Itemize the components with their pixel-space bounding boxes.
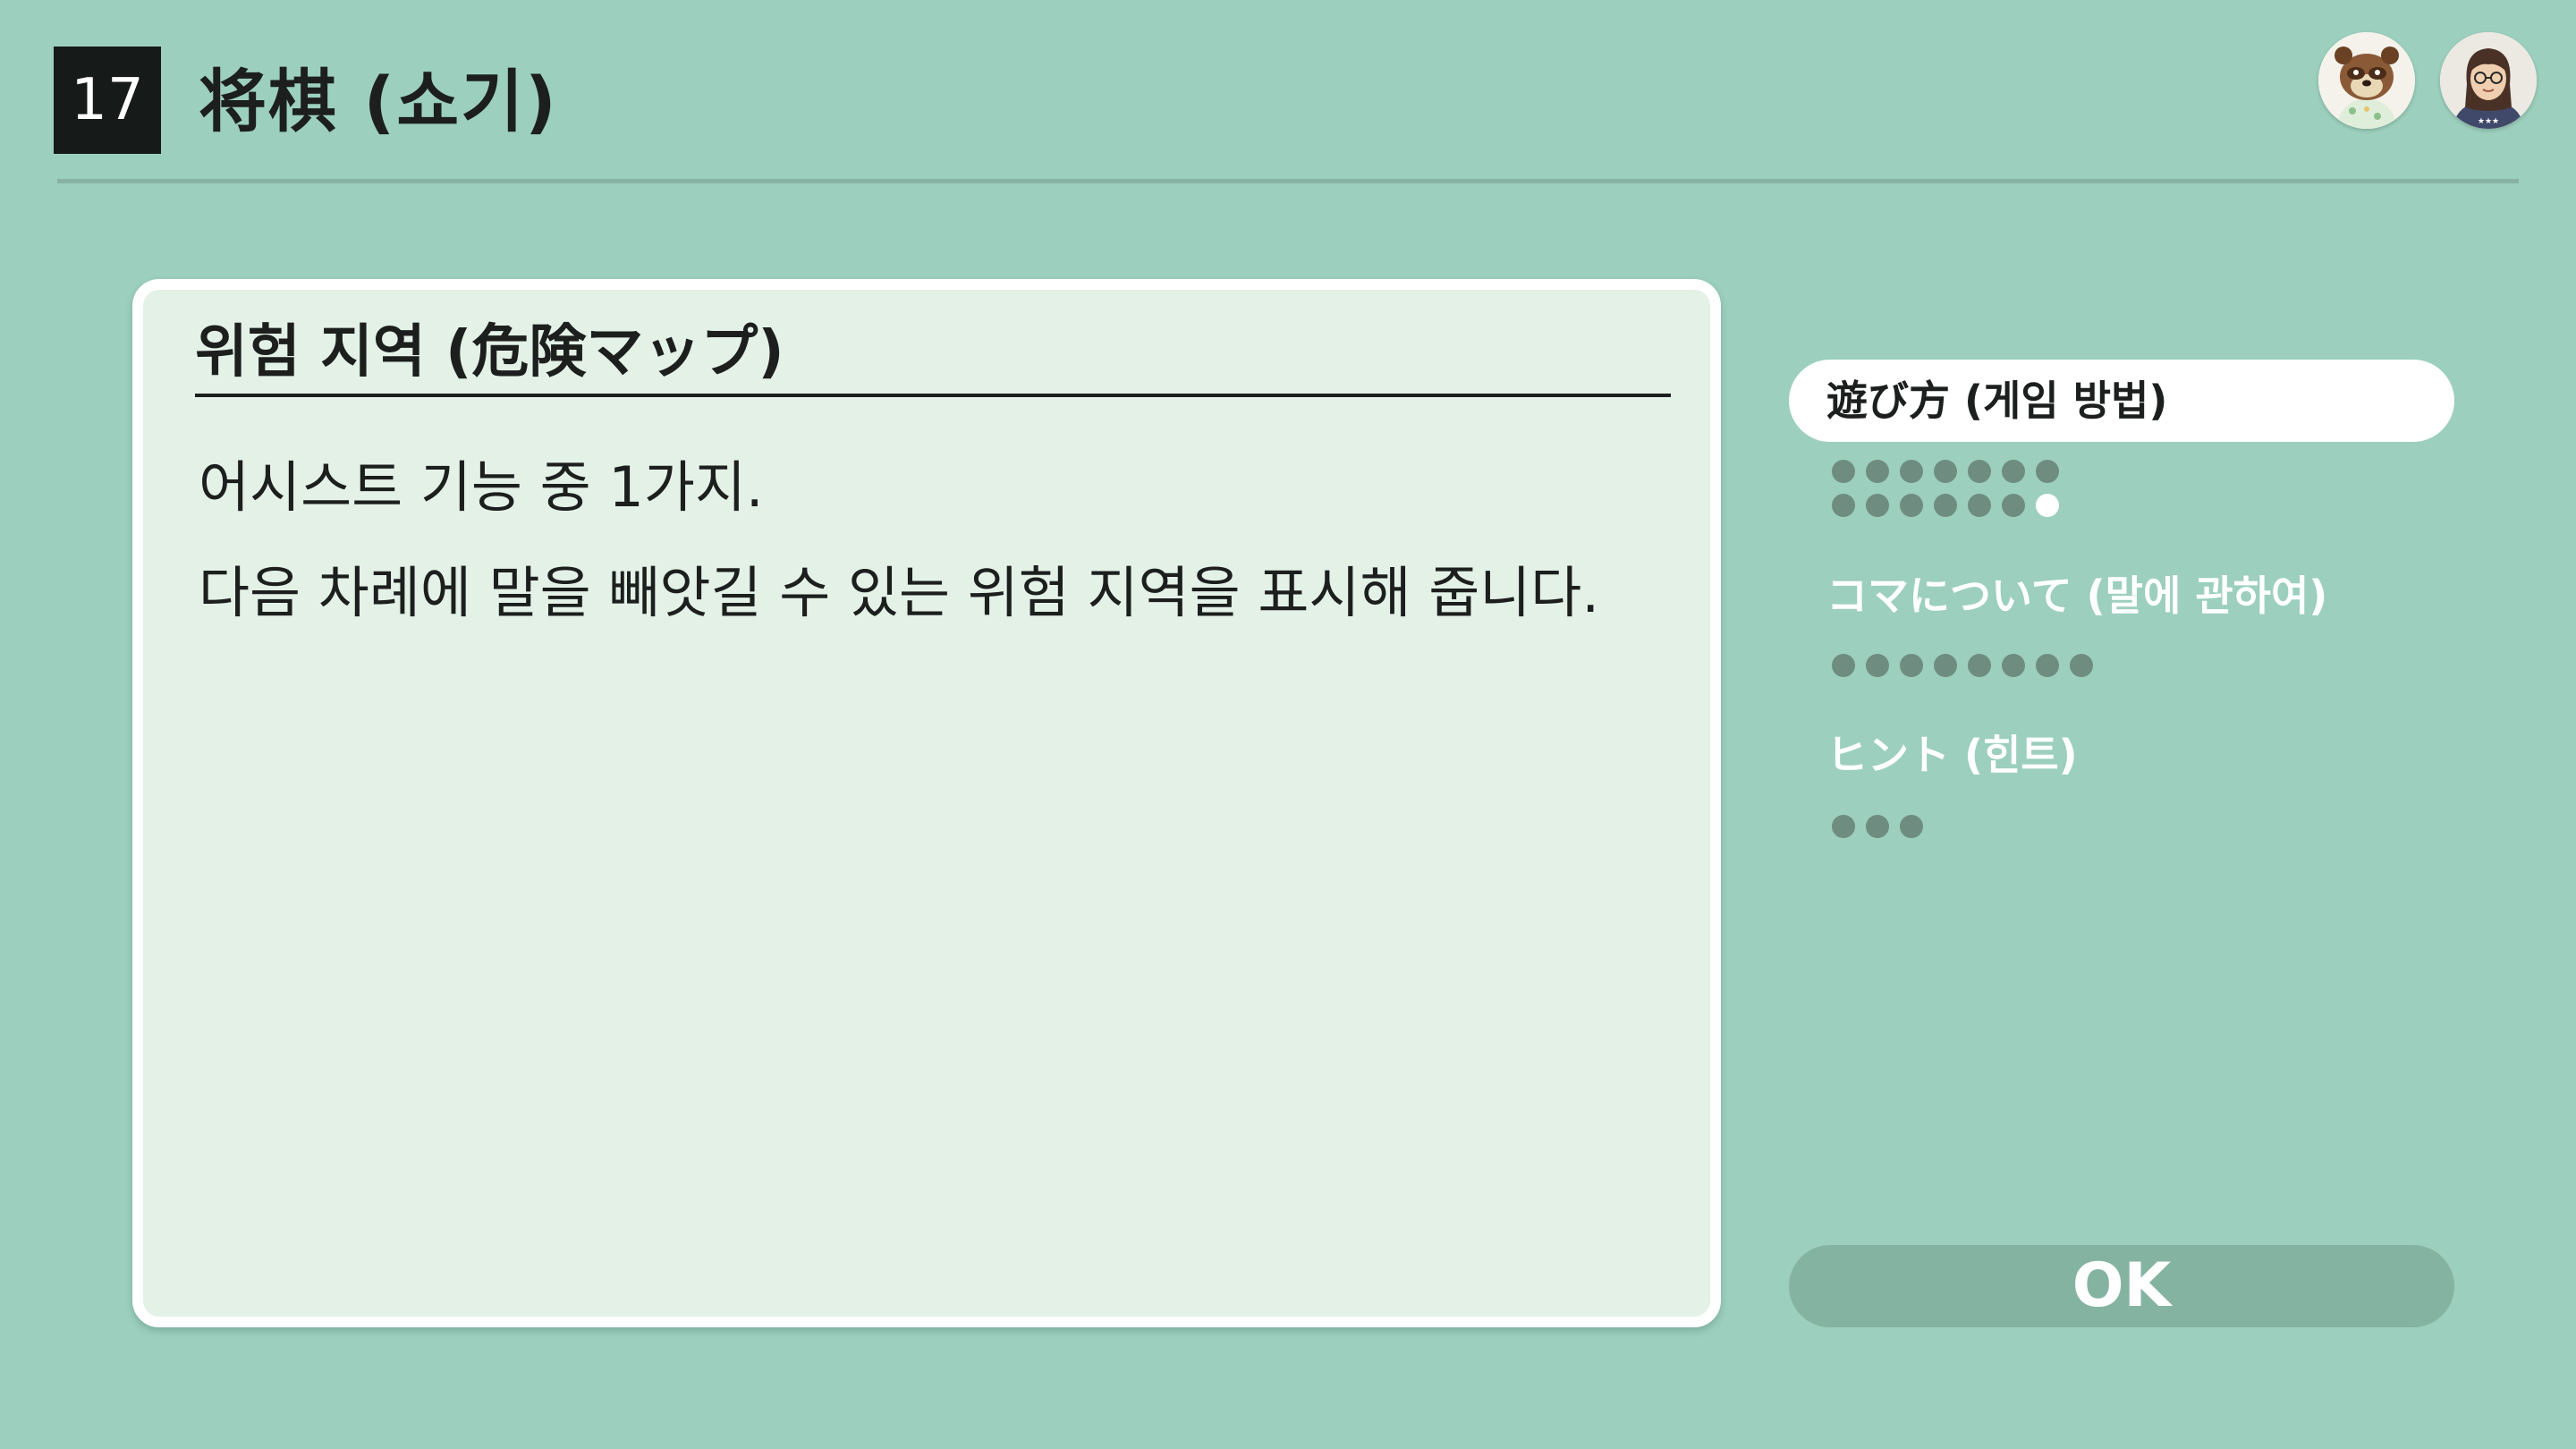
page-dot[interactable]: [1832, 654, 1855, 677]
page-dot[interactable]: [1900, 460, 1923, 483]
page-dot[interactable]: [1900, 815, 1923, 838]
page-dot[interactable]: [2036, 654, 2059, 677]
current-page-dot[interactable]: [2036, 494, 2059, 517]
page-dot[interactable]: [1866, 460, 1889, 483]
header-divider: [57, 179, 2519, 183]
page-dot[interactable]: [1832, 460, 1855, 483]
page-dot[interactable]: [2002, 460, 2025, 483]
page-dot[interactable]: [1968, 460, 1991, 483]
page-dot[interactable]: [1934, 654, 1957, 677]
panel-text-line: 다음 차례에 말을 빼앗길 수 있는 위험 지역을 표시해 줍니다.: [199, 560, 1600, 625]
panel-text-line: 어시스트 기능 중 1가지.: [199, 454, 764, 520]
panel-heading: 위험 지역 (危険マップ): [195, 308, 1671, 397]
page-dot[interactable]: [1968, 654, 1991, 677]
page-dot[interactable]: [1968, 494, 1991, 517]
page-dot[interactable]: [2070, 654, 2093, 677]
page-dots-hints: [1832, 815, 1923, 838]
page-dot[interactable]: [1934, 460, 1957, 483]
svg-text:★★★: ★★★: [2478, 117, 2499, 126]
page-dot[interactable]: [1832, 815, 1855, 838]
game-instructions-screen: 17 将棋 (쇼기) ★★★ 위험 지역 (危険マップ) 어시스트 기능 중 1…: [0, 0, 2576, 1449]
instruction-panel: 위험 지역 (危険マップ) 어시스트 기능 중 1가지. 다음 차례에 말을 빼…: [132, 279, 1721, 1327]
game-number-badge: 17: [54, 47, 161, 154]
page-dot[interactable]: [1866, 494, 1889, 517]
page-dots-how-to-play-row-2: [1832, 494, 2059, 517]
page-dot[interactable]: [2002, 494, 2025, 517]
toc-item-hints[interactable]: ヒント (힌트): [1789, 721, 2454, 789]
page-dot[interactable]: [2002, 654, 2025, 677]
page-dots-about-pieces: [1832, 654, 2093, 677]
page-dot[interactable]: [1900, 654, 1923, 677]
raccoon-character-icon[interactable]: [2318, 32, 2415, 129]
game-title: 将棋 (쇼기): [199, 62, 558, 141]
ok-button[interactable]: OK: [1789, 1245, 2454, 1327]
page-dots-how-to-play-row-1: [1832, 460, 2059, 483]
page-dot[interactable]: [1866, 815, 1889, 838]
page-dot[interactable]: [1900, 494, 1923, 517]
user-mii-icon[interactable]: ★★★: [2440, 32, 2537, 129]
page-dot[interactable]: [1832, 494, 1855, 517]
toc-item-how-to-play[interactable]: 遊び方 (게임 방법): [1789, 360, 2454, 442]
toc-item-about-pieces[interactable]: コマについて (말에 관하여): [1789, 562, 2454, 630]
page-dot[interactable]: [1866, 654, 1889, 677]
page-dot[interactable]: [2036, 460, 2059, 483]
page-dot[interactable]: [1934, 494, 1957, 517]
